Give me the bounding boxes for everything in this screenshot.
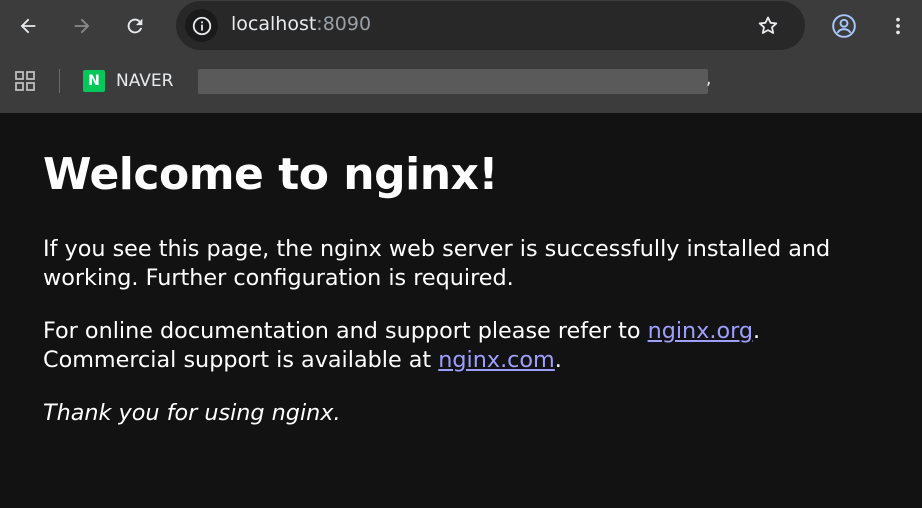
account-icon bbox=[832, 14, 856, 38]
info-icon bbox=[192, 16, 211, 35]
profile-button[interactable] bbox=[826, 8, 862, 44]
page-content: Welcome to nginx! If you see this page, … bbox=[0, 113, 922, 508]
redacted-suffix: , bbox=[706, 69, 712, 89]
redacted-bookmark[interactable] bbox=[198, 69, 708, 94]
naver-favicon-icon[interactable]: N bbox=[83, 70, 105, 92]
page-title: Welcome to nginx! bbox=[43, 149, 498, 200]
url-host: localhost bbox=[231, 13, 317, 35]
site-info-button[interactable] bbox=[185, 9, 218, 42]
nginx-org-link[interactable]: nginx.org bbox=[648, 318, 753, 344]
commercial-prefix: Commercial support is available at bbox=[43, 347, 439, 373]
bookmark-naver[interactable]: NAVER bbox=[116, 71, 173, 91]
browser-toolbar: localhost:8090 bbox=[0, 0, 922, 53]
bookmark-star-icon[interactable] bbox=[756, 14, 780, 38]
apps-grid-icon bbox=[15, 71, 35, 91]
back-button[interactable] bbox=[10, 8, 46, 44]
docs-paragraph: For online documentation and support ple… bbox=[43, 317, 760, 375]
intro-paragraph: If you see this page, the nginx web serv… bbox=[43, 235, 830, 293]
intro-line-1: If you see this page, the nginx web serv… bbox=[43, 236, 831, 262]
bookmarks-divider bbox=[59, 69, 60, 93]
url-port: :8090 bbox=[316, 13, 372, 35]
forward-button[interactable] bbox=[64, 8, 100, 44]
commercial-suffix: . bbox=[554, 347, 562, 373]
apps-button[interactable] bbox=[7, 63, 43, 99]
arrow-left-icon bbox=[20, 18, 36, 34]
arrow-right-icon bbox=[74, 18, 90, 34]
nginx-com-link[interactable]: nginx.com bbox=[438, 347, 555, 373]
reload-icon bbox=[127, 18, 143, 34]
kebab-menu-icon bbox=[896, 17, 900, 35]
menu-button[interactable] bbox=[880, 8, 916, 44]
docs-prefix: For online documentation and support ple… bbox=[43, 318, 648, 344]
reload-button[interactable] bbox=[117, 8, 153, 44]
docs-suffix: . bbox=[753, 318, 761, 344]
url-text: localhost:8090 bbox=[231, 13, 371, 35]
thanks-text: Thank you for using nginx. bbox=[43, 400, 341, 426]
intro-line-2: working. Further configuration is requir… bbox=[43, 265, 514, 291]
